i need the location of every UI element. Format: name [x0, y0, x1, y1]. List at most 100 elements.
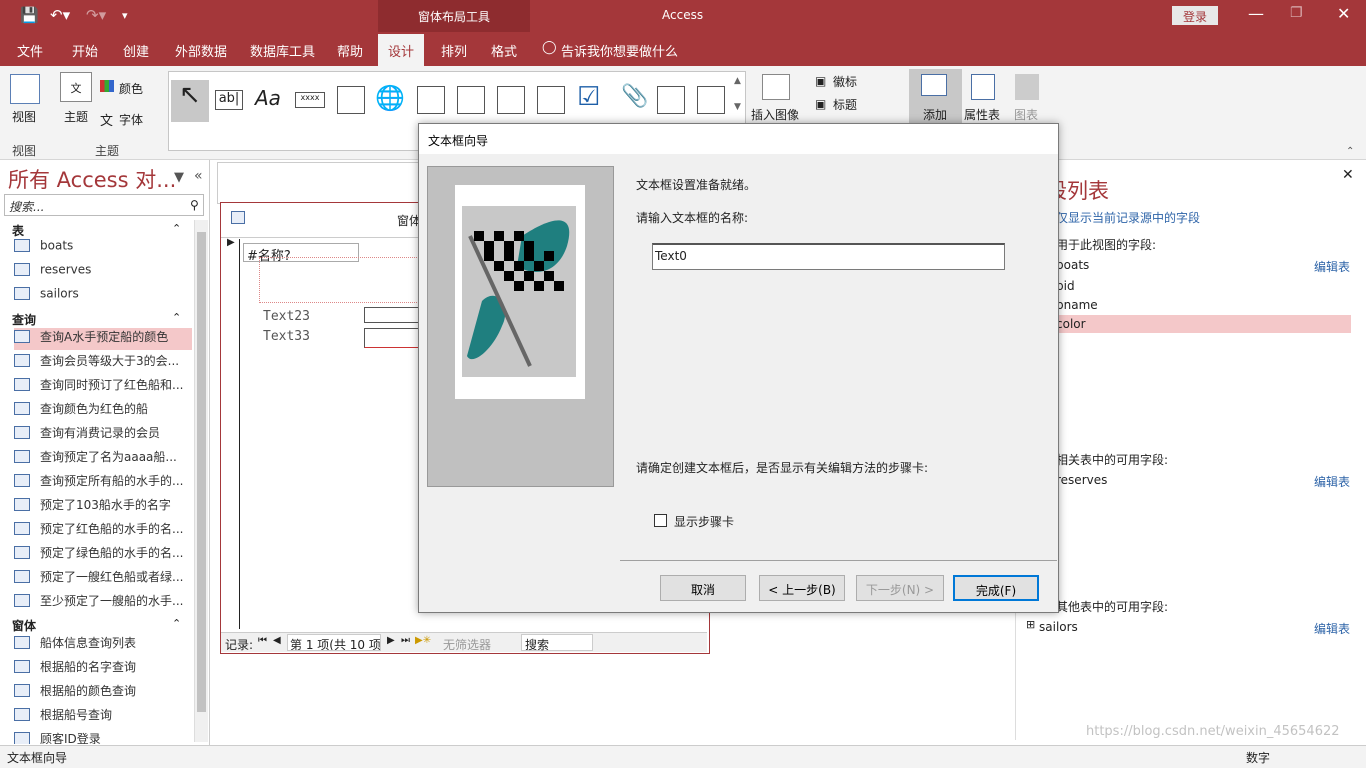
next-button[interactable]: 下一步(N) >	[856, 575, 944, 601]
nav-item-query[interactable]: 查询同时预订了红色船和...	[14, 376, 192, 398]
chart-button[interactable]: 图表	[1014, 106, 1038, 123]
hyperlink-icon[interactable]: 🌐	[375, 84, 405, 112]
logo-button[interactable]: 徽标	[833, 73, 857, 90]
first-record-icon[interactable]: ⏮	[258, 635, 267, 646]
nav-item-form[interactable]: 顾客ID登录	[14, 730, 192, 744]
show-step-card-label[interactable]: 显示步骤卡	[674, 513, 734, 530]
nav-item-table[interactable]: reserves	[14, 262, 192, 284]
nav-item-form[interactable]: 根据船的颜色查询	[14, 682, 192, 704]
next-record-icon[interactable]: ▶	[387, 635, 395, 646]
field-item-selected[interactable]: color	[1056, 315, 1351, 333]
tab-format[interactable]: 格式	[491, 41, 517, 60]
nav-item-form[interactable]: 船体信息查询列表	[14, 634, 192, 656]
customize-qat-icon[interactable]: ▾	[122, 9, 128, 22]
checkbox-control-icon[interactable]: ☑	[577, 82, 600, 112]
tell-me-box[interactable]: 告诉我你想要做什么	[561, 41, 678, 60]
record-selector-icon[interactable]: ▶	[227, 237, 235, 248]
tab-design[interactable]: 设计	[378, 34, 425, 66]
search-icon[interactable]: ⚲	[190, 198, 199, 212]
gallery-down-icon[interactable]: ▼	[734, 102, 741, 112]
login-button[interactable]: 登录	[1172, 6, 1218, 25]
nav-item-form[interactable]: 根据船号查询	[14, 706, 192, 728]
show-step-card-checkbox[interactable]	[654, 514, 667, 527]
new-record-icon[interactable]: ▶✳	[415, 635, 431, 646]
table-boats[interactable]: boats	[1056, 258, 1089, 272]
field-item[interactable]: bname	[1056, 298, 1098, 312]
nav-item-query[interactable]: 查询预定所有船的水手的...	[14, 472, 192, 494]
nav-section-queries[interactable]: 查询	[12, 311, 36, 328]
collapse-pane-icon[interactable]: «	[194, 168, 203, 184]
record-position[interactable]: 第 1 项(共 10 项	[287, 634, 381, 651]
nav-item-query[interactable]: 至少预定了一艘船的水手...	[14, 592, 192, 614]
view-button[interactable]: 视图	[12, 108, 36, 125]
nav-item-query[interactable]: 预定了一艘红色船或者绿...	[14, 568, 192, 590]
theme-button[interactable]: 主题	[64, 108, 88, 125]
nav-item-query[interactable]: 查询预定了名为aaaa船...	[14, 448, 192, 470]
select-pointer-icon[interactable]: ↖	[171, 80, 209, 122]
text33-input[interactable]	[364, 328, 420, 348]
nav-section-tables[interactable]: 表	[12, 222, 24, 239]
gallery-up-icon[interactable]: ▲	[734, 76, 741, 86]
nav-item-query[interactable]: 查询A水手预定船的颜色	[14, 328, 192, 350]
insert-image-button[interactable]: 插入图像	[751, 106, 799, 123]
filter-status[interactable]: 无筛选器	[443, 636, 491, 653]
button-control-icon[interactable]: xxxx	[295, 92, 325, 108]
back-button[interactable]: < 上一步(B)	[759, 575, 845, 601]
tab-create[interactable]: 创建	[123, 41, 149, 60]
navigation-control-icon[interactable]	[457, 86, 485, 114]
finish-button[interactable]: 完成(F)	[953, 575, 1039, 601]
nav-item-form[interactable]: 根据船的名字查询	[14, 658, 192, 680]
tab-external-data[interactable]: 外部数据	[175, 41, 227, 60]
nav-item-table[interactable]: boats	[14, 238, 192, 260]
attachment-icon[interactable]: 📎	[621, 84, 648, 109]
list-box-icon[interactable]	[657, 86, 685, 114]
show-current-source-link[interactable]: 仅显示当前记录源中的字段	[1056, 209, 1200, 226]
colors-button[interactable]: 颜色	[119, 80, 143, 97]
nav-search-input[interactable]: 搜索...	[4, 194, 204, 216]
minimize-icon[interactable]: —	[1248, 4, 1264, 23]
tab-file[interactable]: 文件	[17, 41, 43, 60]
nav-item-table[interactable]: sailors	[14, 286, 192, 308]
nav-item-query[interactable]: 预定了103船水手的名字	[14, 496, 192, 518]
nav-scroll-thumb[interactable]	[197, 232, 206, 712]
save-icon[interactable]: 💾	[20, 6, 39, 24]
nav-section-forms[interactable]: 窗体	[12, 617, 36, 634]
page-break-icon[interactable]	[537, 86, 565, 114]
expand-icon[interactable]: ⊞	[1026, 618, 1035, 631]
property-sheet-button[interactable]: 属性表	[964, 106, 1000, 123]
cancel-button[interactable]: 取消	[660, 575, 746, 601]
edit-table-link[interactable]: 编辑表	[1314, 258, 1350, 275]
image-control-icon[interactable]	[697, 86, 725, 114]
text23-input[interactable]	[364, 307, 420, 323]
nav-item-query[interactable]: 查询颜色为红色的船	[14, 400, 192, 422]
record-search-input[interactable]: 搜索	[521, 634, 593, 652]
close-icon[interactable]: ✕	[1337, 4, 1350, 23]
undo-icon[interactable]: ↶▾	[50, 6, 70, 24]
prev-record-icon[interactable]: ◀	[273, 635, 281, 646]
tab-control-icon[interactable]	[337, 86, 365, 114]
title-button[interactable]: 标题	[833, 96, 857, 113]
table-sailors[interactable]: sailors	[1039, 620, 1078, 634]
last-record-icon[interactable]: ⏭	[401, 635, 410, 646]
nav-item-query[interactable]: 查询会员等级大于3的会...	[14, 352, 192, 374]
add-fields-button[interactable]: 添加	[923, 106, 947, 123]
nav-menu-icon[interactable]: ▼	[174, 170, 184, 185]
section-collapse-icon[interactable]: ⌃	[172, 222, 181, 235]
nav-item-query[interactable]: 预定了红色船的水手的名...	[14, 520, 192, 542]
nav-pane-title[interactable]: 所有 Access 对...	[8, 164, 176, 194]
edit-table-link[interactable]: 编辑表	[1314, 620, 1350, 637]
redo-icon[interactable]: ↷▾	[86, 6, 106, 24]
section-collapse-icon[interactable]: ⌃	[172, 311, 181, 324]
nav-item-query[interactable]: 预定了绿色船的水手的名...	[14, 544, 192, 566]
edit-table-link[interactable]: 编辑表	[1314, 473, 1350, 490]
option-group-icon[interactable]	[497, 86, 525, 114]
collapse-ribbon-icon[interactable]: ⌃	[1346, 146, 1354, 157]
fonts-button[interactable]: 字体	[119, 111, 143, 128]
textbox-control-icon[interactable]: ab|	[215, 90, 243, 110]
web-browser-icon[interactable]	[417, 86, 445, 114]
close-pane-icon[interactable]: ✕	[1342, 167, 1354, 183]
tab-database-tools[interactable]: 数据库工具	[250, 41, 315, 60]
restore-icon[interactable]: ❐	[1290, 5, 1303, 21]
section-collapse-icon[interactable]: ⌃	[172, 617, 181, 630]
nav-scrollbar[interactable]	[194, 220, 208, 742]
